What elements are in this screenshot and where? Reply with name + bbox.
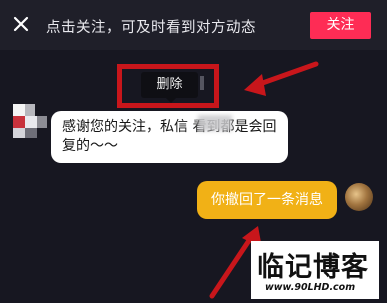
- watermark-logo: 临记博客 www.90LHD.com: [251, 241, 379, 299]
- follow-button[interactable]: 关注: [310, 12, 371, 39]
- user-avatar[interactable]: [345, 183, 373, 211]
- recalled-message-bubble[interactable]: 你撤回了一条消息: [197, 181, 337, 219]
- close-icon[interactable]: [12, 15, 30, 33]
- watermark-title: 临记博客: [257, 252, 369, 283]
- incoming-message-bubble[interactable]: 感谢您的关注，私信 看到都是会回复的～～: [51, 111, 288, 163]
- watermark-url: www.90LHD.com: [265, 282, 356, 293]
- annotation-highlight-box: [117, 64, 219, 108]
- follow-banner: 点击关注，可及时看到对方动态 关注: [0, 0, 387, 50]
- sender-avatar[interactable]: [13, 104, 47, 138]
- banner-text: 点击关注，可及时看到对方动态: [46, 20, 256, 36]
- blurred-text-patch: [198, 115, 232, 131]
- incoming-message-text: 感谢您的关注，私信 看到都是会回复的～～: [62, 119, 277, 154]
- red-arrow-top: [244, 61, 319, 96]
